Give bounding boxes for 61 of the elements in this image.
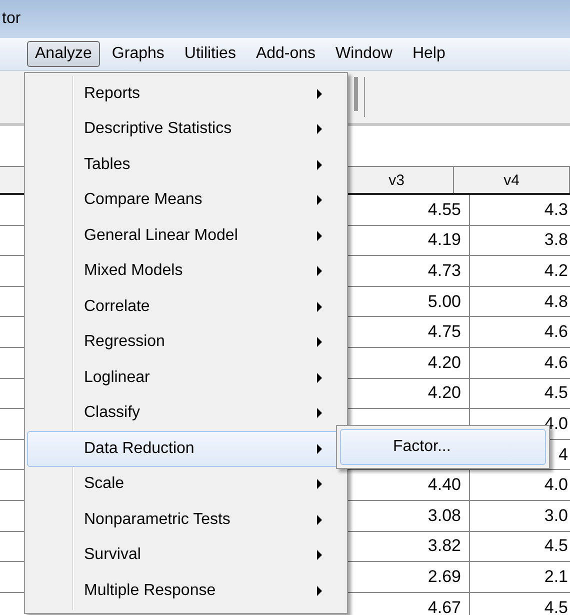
submenu-arrow-icon [317, 372, 322, 383]
table-cell: 4.75 [428, 322, 461, 342]
table-cell: 5.00 [428, 292, 461, 312]
table-cell: 4.8 [544, 292, 568, 312]
table-cell: 4.19 [428, 230, 461, 250]
table-cell: 4.6 [544, 322, 568, 342]
submenu-arrow-icon [317, 160, 322, 170]
menu-item[interactable]: General Linear Model [27, 218, 345, 254]
table-cell: 4.6 [544, 352, 568, 373]
menu-item[interactable]: Classify [27, 396, 345, 431]
menu-item[interactable]: Factor... [340, 429, 546, 465]
menu-bar-item[interactable]: Graphs [104, 41, 172, 67]
table-cell: 4.20 [428, 352, 461, 373]
submenu-arrow-icon [317, 408, 322, 418]
submenu-arrow-icon [317, 124, 322, 134]
table-cell: 4.20 [428, 383, 461, 404]
table-cell: 3.82 [428, 536, 461, 556]
menu-bar-item[interactable]: Utilities [176, 41, 244, 67]
table-cell: 4.67 [428, 598, 461, 615]
submenu-arrow-icon [317, 514, 322, 525]
table-cell: 4.40 [428, 475, 461, 496]
menu-bar-item[interactable]: Analyze [27, 41, 100, 67]
submenu-arrow-icon [317, 479, 322, 490]
menu-item[interactable]: Correlate [27, 289, 345, 324]
table-cell: 4.73 [428, 260, 461, 281]
submenu-arrow-icon [317, 230, 322, 241]
menu-bar-item[interactable]: Help [404, 41, 454, 67]
table-cell: 3.0 [544, 506, 568, 526]
table-cell: 3.08 [428, 506, 461, 526]
menu-item[interactable]: Survival [27, 538, 345, 573]
table-cell: 4.55 [428, 200, 461, 220]
menu-bar-item[interactable]: Window [328, 41, 400, 67]
submenu-arrow-icon [317, 444, 322, 454]
menu-item[interactable]: Scale [27, 466, 345, 502]
submenu-arrow-icon [317, 195, 322, 206]
table-cell: 3.8 [544, 230, 568, 250]
menu-item[interactable]: Mixed Models [27, 254, 345, 289]
submenu-arrow-icon [317, 266, 322, 276]
window-title: tor [2, 10, 21, 28]
submenu-arrow-icon [317, 302, 322, 312]
menu-bar-item[interactable]: Add-ons [248, 41, 324, 67]
submenu-arrow-icon [317, 88, 322, 99]
table-cell: 2.69 [428, 566, 461, 587]
table-cell: 4.2 [544, 260, 568, 281]
submenu-arrow-icon [317, 550, 322, 560]
menu-item[interactable]: Nonparametric Tests [27, 502, 345, 538]
table-cell: 4 [558, 444, 568, 465]
table-cell: 2.1 [544, 566, 568, 587]
menu-item[interactable]: Loglinear [27, 360, 345, 396]
submenu-arrow-icon [317, 586, 322, 596]
menu-item[interactable]: Multiple Response [27, 573, 345, 608]
menu-item[interactable]: Reports [27, 76, 345, 112]
table-cell: 4.3 [544, 200, 568, 220]
table-cell: 4.5 [544, 383, 568, 404]
menu-item[interactable]: Descriptive Statistics [27, 112, 345, 147]
menu-item[interactable]: Regression [27, 324, 345, 360]
table-cell: 4.5 [544, 598, 568, 615]
table-cell: 4.0 [544, 475, 568, 496]
submenu-arrow-icon [317, 337, 322, 348]
column-header: v4 [454, 167, 570, 193]
table-cell: 4.5 [544, 536, 568, 556]
